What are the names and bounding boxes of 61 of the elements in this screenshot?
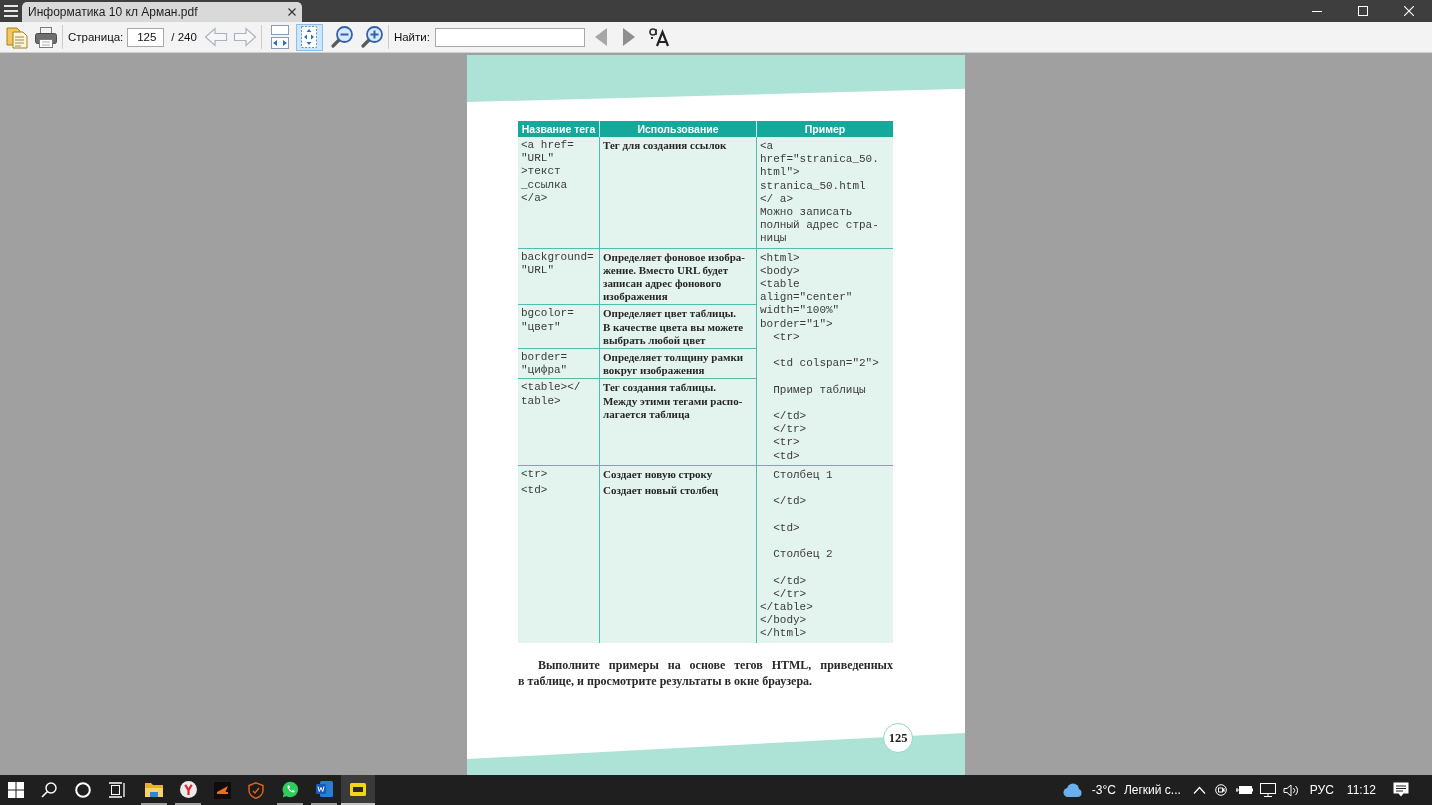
table-cell: border= "цифра" bbox=[518, 349, 600, 380]
table-cell: Тег для создания ссылок bbox=[600, 137, 757, 249]
cloud-icon[interactable] bbox=[1061, 782, 1082, 798]
column-header: Использование bbox=[600, 121, 757, 137]
paragraph: Выполните примеры на основе тегов HTML, приведенных в таблице, и просмотрите результаты в окне браузера. bbox=[518, 656, 893, 689]
speaker-icon[interactable] bbox=[1282, 783, 1299, 797]
table-cell: <td> bbox=[518, 482, 600, 643]
page-label: Страница: bbox=[68, 31, 124, 43]
page-field[interactable]: 125 bbox=[127, 27, 165, 47]
find-label: Найти: bbox=[393, 31, 430, 43]
page-count: / 240 bbox=[171, 31, 197, 43]
table-cell: Определяет цвет таблицы. В качестве цвета вы можете выбрать любой цвет bbox=[600, 305, 757, 350]
y-logo-icon[interactable] bbox=[179, 780, 197, 798]
printer-icon[interactable] bbox=[34, 25, 58, 49]
table-cell: Определяет фоновое изобра- жение. Вместо URL будет записан адрес фонового изображения bbox=[600, 248, 757, 306]
table-cell: Столбец 1 </td> <td> Столбец 2 </td> </tr> </table> </body> </html> bbox=[757, 465, 893, 643]
notification-icon[interactable] bbox=[1393, 782, 1409, 798]
table-cell: <table></ table> bbox=[518, 379, 600, 466]
table-cell: Определяет толщину рамки вокруг изображения bbox=[600, 349, 757, 380]
language-indicator[interactable]: РУС bbox=[1309, 783, 1334, 797]
w-tile-icon[interactable] bbox=[315, 781, 333, 797]
menu-icon[interactable] bbox=[4, 5, 18, 17]
table-cell: Создает новый столбец bbox=[600, 482, 757, 643]
table-cell: Тег создания таблицы. Между этими тегами распо- лагается таблица bbox=[600, 379, 757, 466]
close-icon[interactable] bbox=[288, 8, 296, 16]
windows-icon[interactable] bbox=[8, 782, 24, 798]
fit-width-icon bbox=[270, 25, 291, 49]
battery-icon[interactable] bbox=[1235, 785, 1253, 795]
monitor-icon[interactable] bbox=[1259, 783, 1276, 797]
search-icon[interactable] bbox=[41, 782, 57, 798]
camera-icon[interactable] bbox=[1214, 783, 1227, 797]
folder-icon[interactable] bbox=[145, 781, 163, 797]
table-cell: <a href="stranica_50. html"> stranica_50.html </ a> Можно записать полный адрес стра- ницы bbox=[757, 137, 893, 249]
label-tile-icon bbox=[350, 782, 366, 796]
table-cell: <a href= "URL" >текст _ссылка </a> bbox=[518, 137, 600, 249]
table-cell: <html> <body> <table align="center" width="100%" border="1"> <tr> <td colspan="2"> Пример таблицы </td> </tr> <tr> <td> bbox=[757, 248, 893, 466]
triangle-right-icon[interactable] bbox=[622, 28, 635, 46]
maximize-icon[interactable] bbox=[1358, 6, 1368, 16]
zoom-in-icon[interactable] bbox=[359, 25, 384, 49]
fit-page-button[interactable] bbox=[295, 23, 323, 51]
ring-icon[interactable] bbox=[75, 782, 91, 798]
task-view-icon[interactable] bbox=[108, 782, 126, 798]
column-header: Пример bbox=[757, 121, 893, 137]
page-number: 125 bbox=[883, 723, 913, 753]
column-header: Название тега bbox=[518, 121, 600, 137]
clock[interactable]: 11:12 bbox=[1346, 783, 1376, 797]
zoom-out-icon[interactable] bbox=[329, 25, 354, 49]
taskbar-button[interactable] bbox=[341, 775, 375, 805]
fit-page-icon bbox=[300, 26, 319, 48]
letters-icon[interactable] bbox=[647, 27, 670, 47]
table-cell: bgcolor= "цвет" bbox=[518, 305, 600, 350]
table-cell: background= "URL" bbox=[518, 248, 600, 306]
find-field[interactable] bbox=[434, 27, 585, 47]
weather-summary[interactable]: Легкий с... bbox=[1123, 783, 1181, 797]
temperature-label[interactable]: -3°C bbox=[1091, 783, 1116, 797]
arrow-tile-icon[interactable] bbox=[213, 781, 231, 799]
minimize-icon[interactable] bbox=[1312, 10, 1322, 12]
chat-bubble-icon[interactable] bbox=[281, 780, 299, 798]
chevron-up-icon[interactable] bbox=[1192, 786, 1206, 794]
tab[interactable]: Информатика 10 кл Арман.pdf bbox=[22, 2, 302, 22]
shield-icon[interactable] bbox=[248, 781, 264, 799]
